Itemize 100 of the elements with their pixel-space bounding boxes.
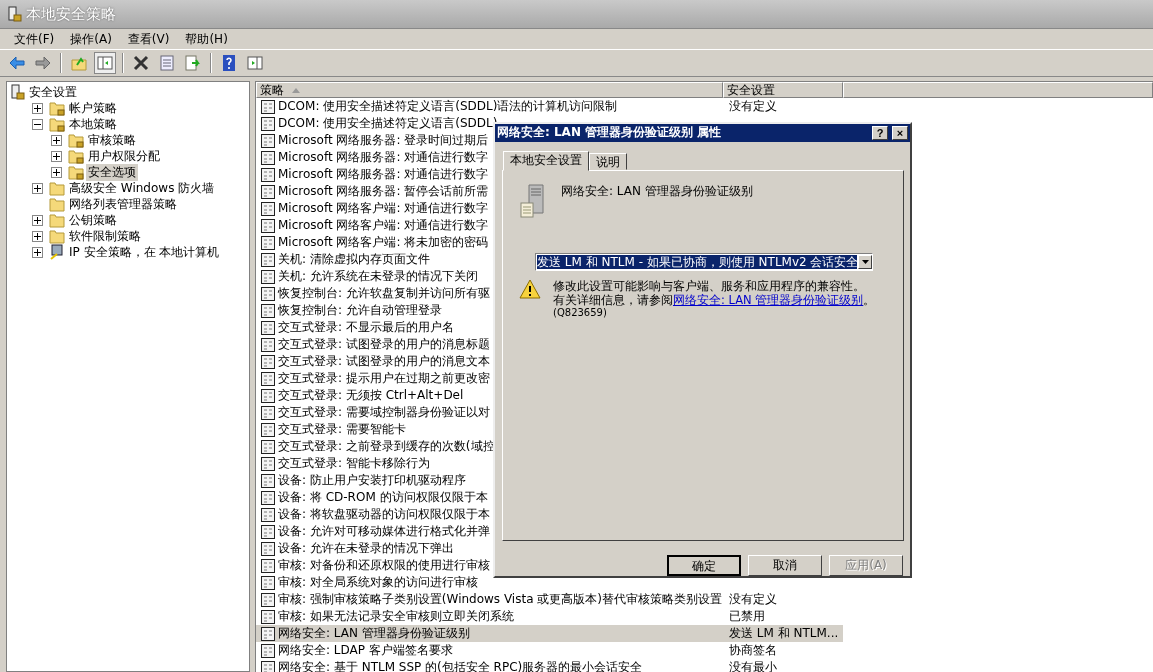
plus-icon bbox=[34, 184, 41, 192]
policy-row[interactable]: 交互式登录: 无须按 Ctrl+Alt+Del bbox=[256, 387, 723, 404]
locked-folder-icon bbox=[68, 132, 84, 148]
policy-document-icon bbox=[260, 591, 276, 608]
window-title: 本地安全策略 bbox=[26, 4, 116, 24]
policy-row[interactable]: 设备: 允许在未登录的情况下弹出 bbox=[256, 540, 723, 557]
policy-name: 恢复控制台: 允许软盘复制并访问所有驱 bbox=[278, 285, 490, 302]
policy-document-icon bbox=[260, 574, 276, 591]
back-arrow-icon bbox=[9, 55, 25, 71]
policy-name: 恢复控制台: 允许自动管理登录 bbox=[278, 302, 442, 319]
column-header[interactable]: 安全设置 bbox=[723, 82, 843, 98]
column-header[interactable]: 策略 bbox=[256, 82, 723, 98]
policy-document-icon bbox=[260, 251, 276, 268]
policy-name: 交互式登录: 需要域控制器身份验证以对 bbox=[278, 404, 490, 421]
tree-toggle-button[interactable] bbox=[94, 52, 116, 74]
policy-name: Microsoft 网络服务器: 对通信进行数字 bbox=[278, 149, 489, 166]
policy-row[interactable]: 交互式登录: 不显示最后的用户名 bbox=[256, 319, 723, 336]
policy-document-icon bbox=[260, 472, 276, 489]
expand-button[interactable] bbox=[32, 182, 43, 194]
policy-name: 交互式登录: 不显示最后的用户名 bbox=[278, 319, 454, 336]
policy-name: 网络安全: LAN 管理器身份验证级别 bbox=[278, 625, 470, 642]
policy-name: 交互式登录: 智能卡移除行为 bbox=[278, 455, 430, 472]
policy-row[interactable]: 交互式登录: 试图登录的用户的消息文本 bbox=[256, 353, 723, 370]
menu-item[interactable]: 文件(F) bbox=[6, 30, 63, 48]
menu-item[interactable]: 帮助(H) bbox=[177, 30, 236, 48]
policy-row[interactable]: 交互式登录: 提示用户在过期之前更改密 bbox=[256, 370, 723, 387]
policy-name: 设备: 防止用户安装打印机驱动程序 bbox=[278, 472, 466, 489]
policy-name: 审核: 如果无法记录安全审核则立即关闭系统 bbox=[278, 608, 514, 625]
menu-item[interactable]: 操作(A) bbox=[62, 30, 120, 48]
policy-row[interactable]: DCOM: 使用安全描述符定义语言(SDDL)语法的计算机访问限制 bbox=[256, 98, 723, 115]
policy-row[interactable]: 设备: 将软盘驱动器的访问权限仅限于本 bbox=[256, 506, 723, 523]
policy-name: 交互式登录: 需要智能卡 bbox=[278, 421, 406, 438]
setting-value: 发送 LM 和 NTLM... bbox=[723, 625, 843, 642]
tree-item[interactable]: 网络列表管理器策略 bbox=[67, 195, 179, 213]
plus-icon bbox=[53, 136, 60, 144]
export-icon bbox=[185, 55, 201, 71]
tree-item[interactable]: 本地策略 bbox=[67, 115, 119, 133]
forward-arrow-icon bbox=[35, 55, 51, 71]
expand-button[interactable] bbox=[32, 230, 43, 242]
menu-item[interactable]: 查看(V) bbox=[119, 30, 178, 48]
policy-row[interactable]: 网络安全: LAN 管理器身份验证级别 bbox=[256, 625, 723, 642]
policy-row[interactable]: Microsoft 网络客户端: 将未加密的密码 bbox=[256, 234, 723, 251]
policy-row[interactable]: Microsoft 网络客户端: 对通信进行数字 bbox=[256, 217, 723, 234]
close-button[interactable]: × bbox=[892, 125, 908, 140]
policy-document-icon bbox=[260, 268, 276, 285]
expand-button[interactable] bbox=[51, 166, 62, 178]
expand-button[interactable] bbox=[32, 102, 43, 114]
tree-item[interactable]: 安全选项 bbox=[86, 163, 138, 181]
policy-row[interactable]: Microsoft 网络客户端: 对通信进行数字 bbox=[256, 200, 723, 217]
policy-row[interactable]: 网络安全: LDAP 客户端签名要求 bbox=[256, 642, 723, 659]
tab[interactable]: 说明 bbox=[589, 152, 627, 170]
tree-item[interactable]: 公钥策略 bbox=[67, 211, 119, 229]
locked-folder-icon bbox=[68, 164, 84, 180]
collapse-button[interactable] bbox=[32, 118, 43, 130]
dialog-button[interactable]: 确定 bbox=[667, 555, 741, 576]
policy-row[interactable]: 交互式登录: 需要域控制器身份验证以对 bbox=[256, 404, 723, 421]
policy-name: 审核: 对全局系统对象的访问进行审核 bbox=[278, 574, 478, 591]
policy-row[interactable]: 交互式登录: 智能卡移除行为 bbox=[256, 455, 723, 472]
policy-name: Microsoft 网络服务器: 登录时间过期后 bbox=[278, 132, 489, 149]
dialog-button[interactable]: 取消 bbox=[748, 555, 822, 576]
locked-folder-icon bbox=[68, 148, 84, 164]
tree-item[interactable]: 审核策略 bbox=[86, 131, 138, 149]
expand-button[interactable] bbox=[51, 134, 62, 146]
sort-up-icon bbox=[292, 87, 300, 93]
policy-row[interactable]: 审核: 对全局系统对象的访问进行审核 bbox=[256, 574, 723, 591]
folder-icon bbox=[49, 180, 65, 196]
locked-folder-icon bbox=[49, 100, 65, 116]
tree-item[interactable]: 帐户策略 bbox=[67, 99, 119, 117]
policy-name: 交互式登录: 试图登录的用户的消息文本 bbox=[278, 353, 490, 370]
policy-document-icon bbox=[260, 421, 276, 438]
caret-icon bbox=[861, 259, 869, 264]
policy-link[interactable]: 网络安全: LAN 管理器身份验证级别 bbox=[673, 292, 864, 307]
tree-item[interactable]: 用户权限分配 bbox=[86, 147, 162, 165]
expand-button[interactable] bbox=[32, 214, 43, 226]
policy-row[interactable]: 设备: 防止用户安装打印机驱动程序 bbox=[256, 472, 723, 489]
tree-item[interactable]: 软件限制策略 bbox=[67, 227, 143, 245]
expand-button[interactable] bbox=[32, 246, 43, 258]
policy-name: Microsoft 网络服务器: 对通信进行数字 bbox=[278, 166, 489, 183]
policy-document-icon bbox=[260, 217, 276, 234]
policy-row[interactable]: 交互式登录: 试图登录的用户的消息标题 bbox=[256, 336, 723, 353]
tree-item[interactable]: 高级安全 Windows 防火墙 bbox=[67, 179, 217, 197]
policy-document-icon bbox=[260, 642, 276, 659]
policy-row[interactable]: 审核: 如果无法记录安全审核则立即关闭系统 bbox=[256, 608, 723, 625]
policy-row[interactable]: 设备: 允许对可移动媒体进行格式化并弹 bbox=[256, 523, 723, 540]
policy-document-icon bbox=[260, 132, 276, 149]
policy-row[interactable]: 设备: 将 CD-ROM 的访问权限仅限于本 bbox=[256, 489, 723, 506]
policy-document-icon bbox=[260, 506, 276, 523]
policy-document-icon bbox=[260, 149, 276, 166]
help-button[interactable]: ? bbox=[872, 125, 888, 140]
policy-row[interactable]: 交互式登录: 需要智能卡 bbox=[256, 421, 723, 438]
panes-icon bbox=[97, 55, 113, 71]
expand-button[interactable] bbox=[51, 150, 62, 162]
tree-item[interactable]: IP 安全策略，在 本地计算机 bbox=[67, 243, 222, 261]
policy-name: Microsoft 网络客户端: 对通信进行数字 bbox=[278, 217, 489, 234]
tab[interactable]: 本地安全设置 bbox=[503, 150, 589, 171]
policy-row[interactable]: 网络安全: 基于 NTLM SSP 的(包括安全 RPC)服务器的最小会话安全 bbox=[256, 659, 723, 672]
policy-document-icon bbox=[260, 234, 276, 251]
tree-item[interactable]: 安全设置 bbox=[27, 83, 79, 101]
policy-name: 设备: 允许在未登录的情况下弹出 bbox=[278, 540, 454, 557]
policy-name: Microsoft 网络服务器: 暂停会话前所需 bbox=[278, 183, 489, 200]
